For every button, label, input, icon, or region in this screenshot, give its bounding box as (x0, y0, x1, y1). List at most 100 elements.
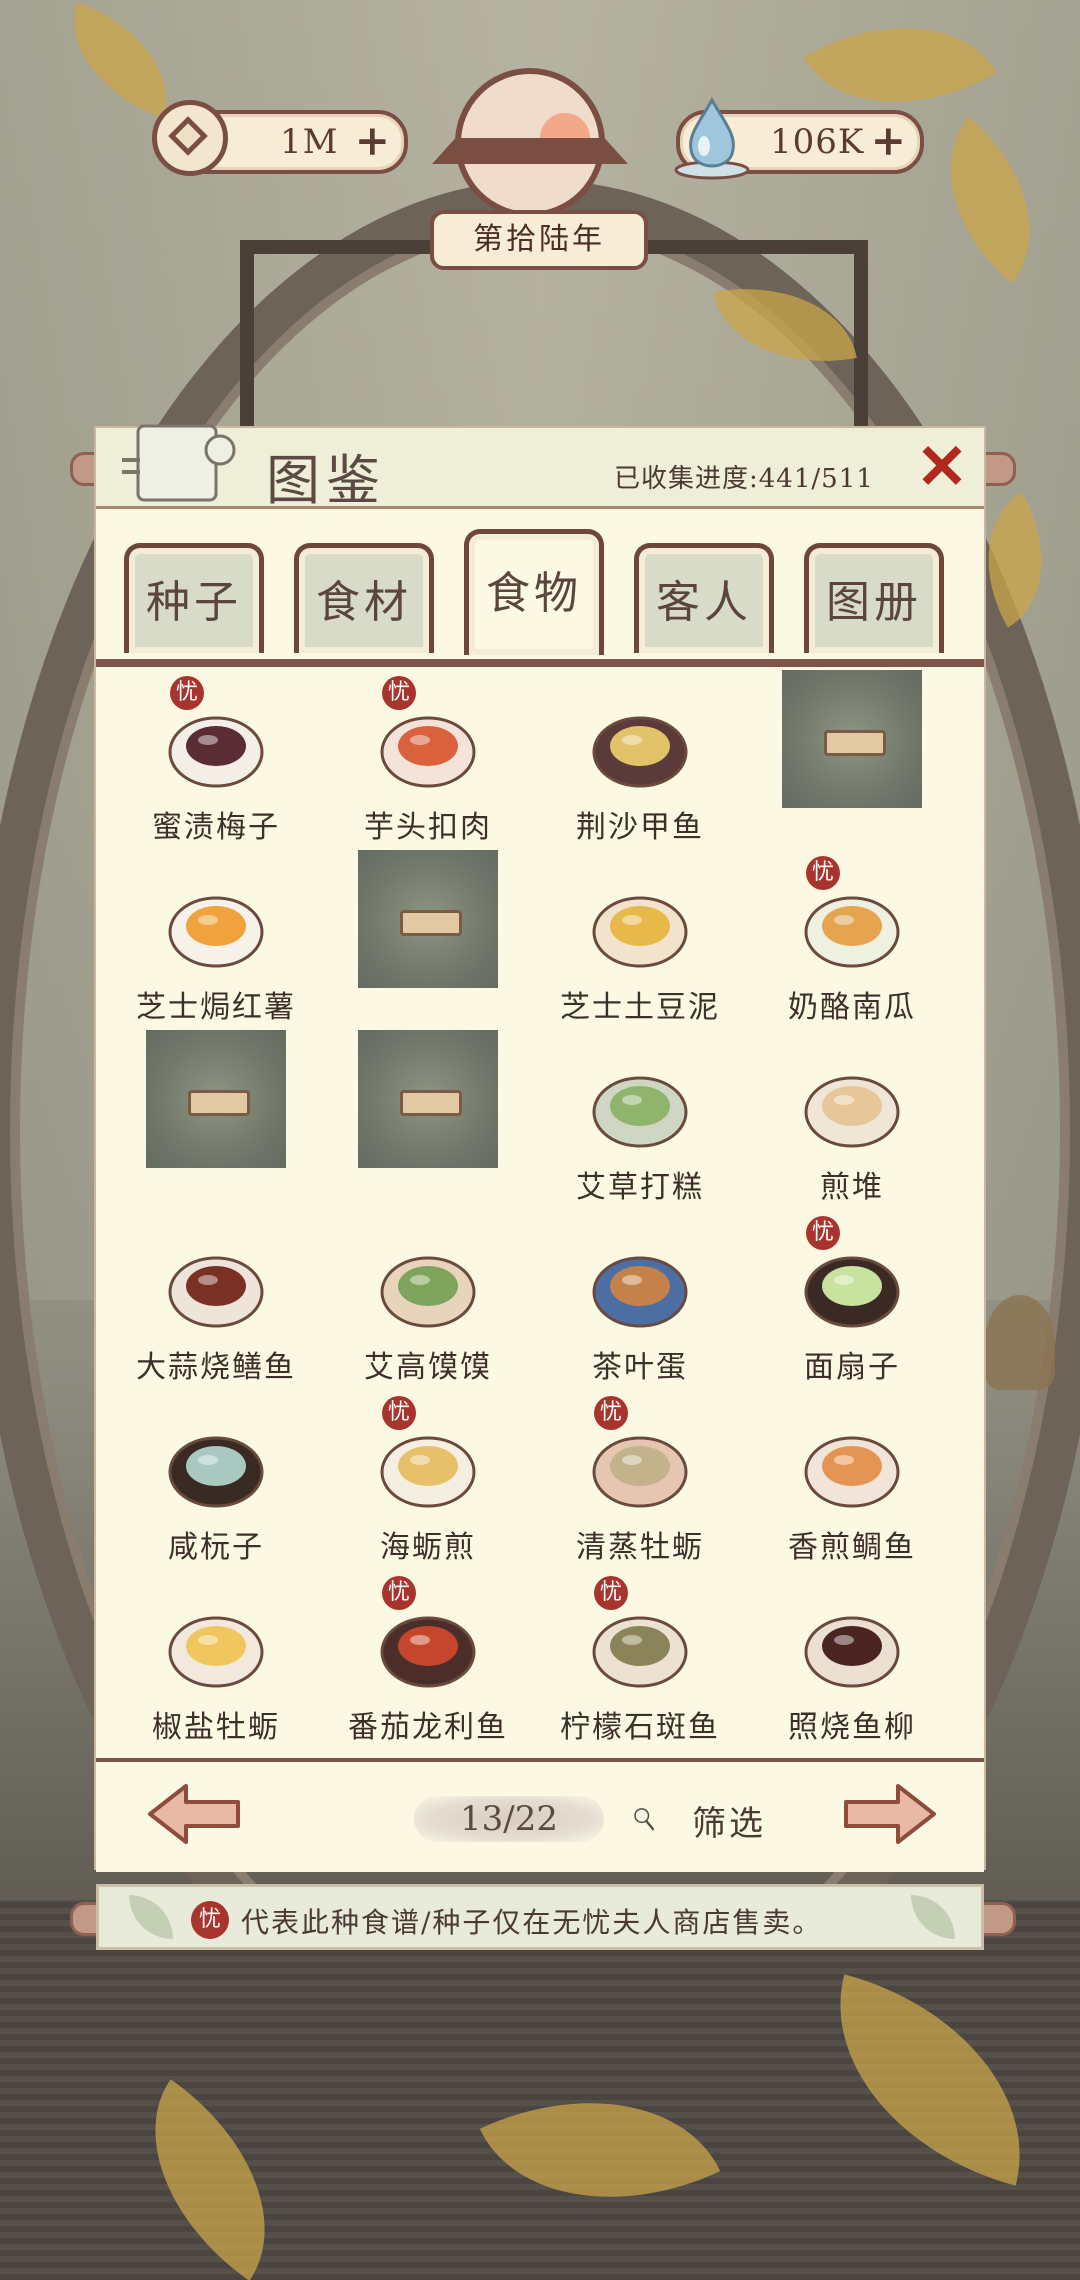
food-item[interactable]: 面扇子忧 (752, 1206, 952, 1385)
food-item[interactable]: 香煎鲷鱼 (752, 1386, 952, 1565)
food-name: 艾高馍馍 (364, 1350, 492, 1385)
food-name: 番茄龙利鱼 (348, 1710, 508, 1745)
shop-only-badge-icon: 忧 (806, 1216, 840, 1250)
panel-header: 图鉴 已收集进度:441/511 ✕ (96, 424, 984, 512)
coin-icon (152, 100, 228, 176)
scroll-icon (122, 424, 236, 502)
next-page-arrow-icon[interactable] (842, 1782, 938, 1846)
category-tabs: 种子 食材 食物 客人 图册 (96, 529, 984, 663)
shop-only-badge-icon: 忧 (382, 1576, 416, 1610)
food-name: 椒盐牡蛎 (152, 1710, 280, 1745)
food-item[interactable]: 茶叶蛋 (540, 1206, 740, 1385)
food-item[interactable]: 芝士土豆泥 (540, 846, 740, 1025)
food-item[interactable]: 蜜渍梅子 忧 (116, 666, 316, 845)
locked-item-placeholder (146, 1030, 286, 1168)
add-coins-button[interactable]: + (355, 120, 390, 162)
food-item[interactable]: 照烧鱼柳 (752, 1566, 952, 1745)
year-label: 第拾陆年 (430, 210, 648, 270)
dish-icon (168, 1616, 264, 1688)
food-item[interactable]: 咸杬子 (116, 1386, 316, 1565)
food-name: 咸杬子 (168, 1530, 264, 1565)
dish-icon (592, 1256, 688, 1328)
food-name: 大蒜烧鳝鱼 (136, 1350, 296, 1385)
food-item[interactable]: 芋头扣肉 忧 (328, 666, 528, 845)
water-drop-icon (674, 96, 750, 180)
food-item[interactable] (328, 846, 528, 1024)
dish-icon (804, 1076, 900, 1148)
lotus-lamp (985, 1295, 1055, 1390)
close-icon[interactable]: ✕ (914, 436, 970, 498)
food-name: 艾草打糕 (576, 1170, 704, 1205)
shop-only-badge-icon: 忧 (382, 676, 416, 710)
shop-only-badge-icon: 忧 (806, 856, 840, 890)
dish-icon (804, 1616, 900, 1688)
tab-3[interactable]: 食物 (464, 529, 604, 655)
shop-only-badge-icon: 忧 (191, 1901, 229, 1939)
note-text: 代表此种食谱/种子仅在无忧夫人商店售卖。 (241, 1906, 823, 1939)
food-item[interactable]: 海蛎煎忧 (328, 1386, 528, 1565)
filter-button[interactable]: 筛选 (692, 1796, 766, 1845)
shop-only-badge-icon: 忧 (170, 676, 204, 710)
magnifier-icon[interactable] (632, 1784, 692, 1854)
water-value: 106K (770, 122, 865, 162)
food-name: 芝士焗红薯 (136, 990, 296, 1025)
panel-title: 图鉴 (266, 449, 386, 512)
dish-icon (380, 1256, 476, 1328)
food-item[interactable]: 芝士焗红薯 (116, 846, 316, 1025)
food-item[interactable]: 柠檬石斑鱼 忧 (540, 1566, 740, 1745)
dish-icon (592, 896, 688, 968)
tab-1[interactable]: 种子 (124, 543, 264, 653)
ginkgo-leaf-icon (911, 1895, 955, 1939)
food-name: 芝士土豆泥 (560, 990, 720, 1025)
food-name: 海蛎煎 (380, 1530, 476, 1565)
food-name: 柠檬石斑鱼 (560, 1710, 720, 1745)
coin-value: 1M (280, 122, 339, 162)
food-item[interactable]: 番茄龙利鱼 忧 (328, 1566, 528, 1745)
food-name: 香煎鲷鱼 (788, 1530, 916, 1565)
food-item[interactable]: 荆沙甲鱼 (540, 666, 740, 845)
food-item[interactable]: 艾草打糕 (540, 1026, 740, 1205)
dish-icon (804, 1436, 900, 1508)
locked-item-placeholder (358, 1030, 498, 1168)
food-item[interactable] (328, 1026, 528, 1204)
ginkgo-leaf-icon (129, 1895, 173, 1939)
dish-icon (592, 716, 688, 788)
page-indicator: 13/22 (414, 1796, 604, 1842)
pager-bar: 13/22 筛选 (96, 1758, 984, 1872)
shop-only-badge-icon: 忧 (382, 1396, 416, 1430)
tab-2[interactable]: 食材 (294, 543, 434, 653)
dish-icon (168, 1256, 264, 1328)
locked-item-placeholder (782, 670, 922, 808)
locked-item-placeholder (358, 850, 498, 988)
tab-4[interactable]: 客人 (634, 543, 774, 653)
season-house-icon (430, 68, 630, 218)
collection-progress: 已收集进度:441/511 (614, 464, 874, 494)
dish-icon (592, 1076, 688, 1148)
prev-page-arrow-icon[interactable] (146, 1782, 242, 1846)
dish-icon (168, 1436, 264, 1508)
food-name: 芋头扣肉 (364, 810, 492, 845)
dish-icon (168, 896, 264, 968)
food-name: 面扇子 (804, 1350, 900, 1385)
food-item[interactable]: 奶酪南瓜 忧 (752, 846, 952, 1025)
food-name: 奶酪南瓜 (788, 990, 916, 1025)
food-item[interactable] (116, 1026, 316, 1204)
shop-only-note: 忧 代表此种食谱/种子仅在无忧夫人商店售卖。 (96, 1884, 984, 1950)
food-item[interactable]: 清蒸牡蛎 忧 (540, 1386, 740, 1565)
food-name: 清蒸牡蛎 (576, 1530, 704, 1565)
shop-only-badge-icon: 忧 (594, 1396, 628, 1430)
shop-only-badge-icon: 忧 (594, 1576, 628, 1610)
food-item[interactable]: 椒盐牡蛎 (116, 1566, 316, 1745)
food-item[interactable]: 大蒜烧鳝鱼 (116, 1206, 316, 1385)
food-item[interactable]: 煎堆 (752, 1026, 952, 1205)
food-name: 照烧鱼柳 (788, 1710, 916, 1745)
food-name: 茶叶蛋 (592, 1350, 688, 1385)
food-item[interactable]: 艾高馍馍 (328, 1206, 528, 1385)
collection-panel: 图鉴 已收集进度:441/511 ✕ 种子 食材 食物 客人 图册 蜜渍梅子忧芋头扣肉忧… (96, 424, 984, 1872)
food-name: 蜜渍梅子 (152, 810, 280, 845)
add-water-button[interactable]: + (871, 120, 906, 162)
tab-5[interactable]: 图册 (804, 543, 944, 653)
food-item[interactable] (752, 666, 952, 844)
house-roof (432, 138, 628, 164)
food-name: 荆沙甲鱼 (576, 810, 704, 845)
